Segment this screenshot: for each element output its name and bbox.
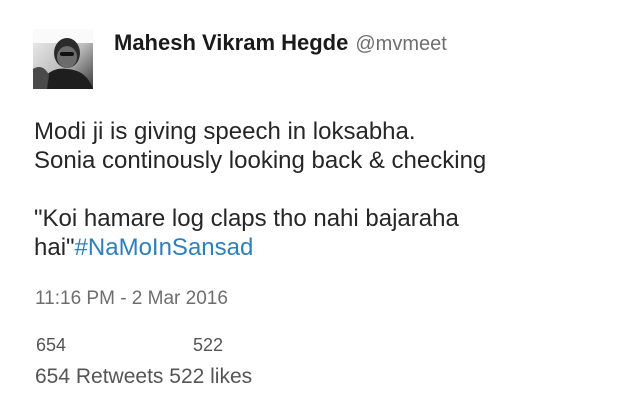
tweet-timestamp[interactable]: 11:16 PM - 2 Mar 2016 [35,287,228,311]
retweet-count: 654 [36,335,67,355]
tweet-text-line: Modi ji is giving speech in loksabha. [34,118,416,145]
likes-stat[interactable]: 522 likes [169,365,252,388]
author-handle[interactable]: @mvmeet [355,33,446,55]
tweet-text-line: hai"#NaMoInSansad [34,233,624,262]
hashtag-link[interactable]: #NaMoInSansad [75,234,254,261]
tweet-text: Modi ji is giving speech in loksabha. So… [34,117,624,262]
author-display-name[interactable]: Mahesh Vikram Hegde [114,30,348,55]
avatar[interactable] [33,29,93,89]
tweet-text-spacer [34,175,624,204]
tweet-text-line: "Koi hamare log claps tho nahi bajaraha [34,205,459,232]
retweets-stat[interactable]: 654 Retweets [35,365,163,388]
tweet-stats: 654 Retweets 522 likes [35,364,252,390]
tweet-author[interactable]: Mahesh Vikram Hegde @mvmeet [114,27,447,59]
tweet-text-fragment: hai" [34,234,75,261]
user-avatar-photo-icon [33,29,93,89]
tweet-text-line: Sonia continously looking back & checkin… [34,147,487,174]
tweet-card: Mahesh Vikram Hegde @mvmeet Modi ji is gi… [0,0,640,407]
like-count: 522 [193,335,224,355]
